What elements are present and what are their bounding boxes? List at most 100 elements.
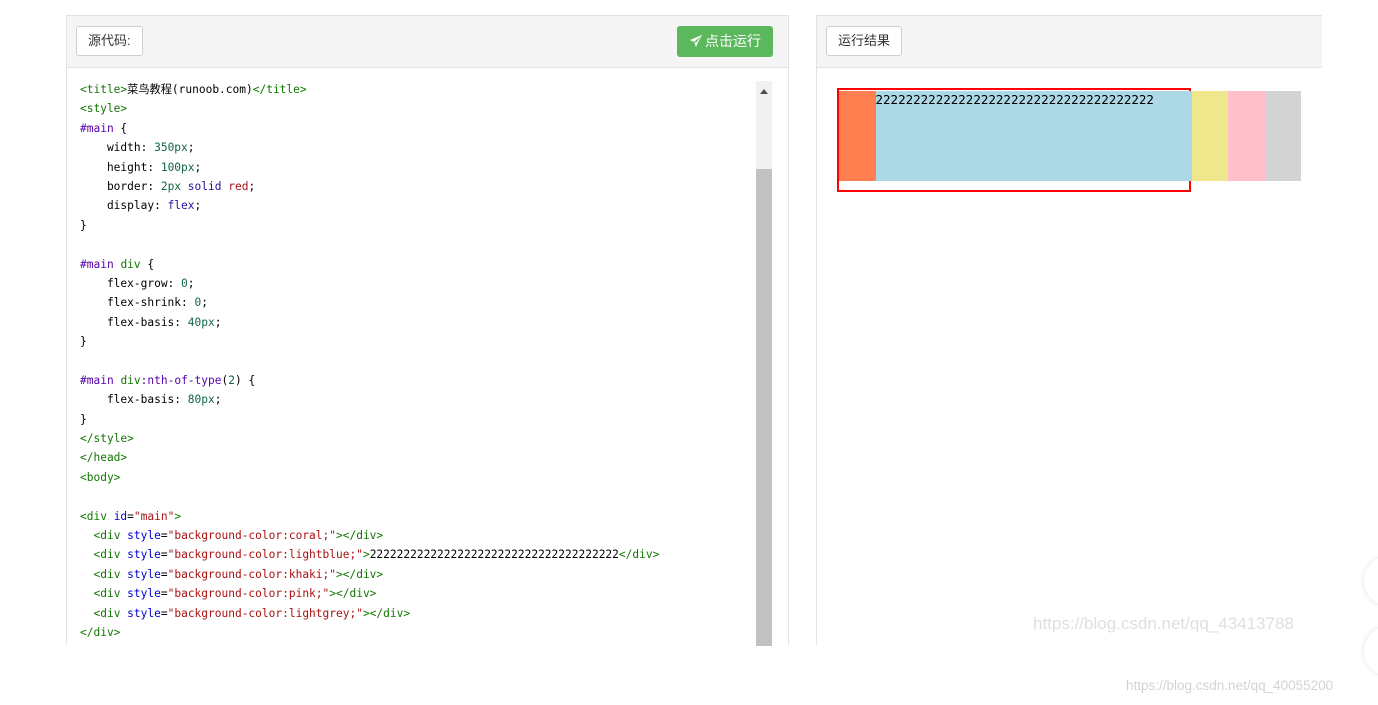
code-token: 0 bbox=[181, 276, 188, 290]
code-line[interactable]: #main div { bbox=[80, 255, 659, 274]
code-token: <style> bbox=[80, 102, 128, 116]
code-line[interactable]: } bbox=[80, 332, 659, 351]
code-line[interactable]: <div id="main"> bbox=[80, 507, 659, 526]
result-block-pink bbox=[1228, 91, 1265, 181]
code-token: = bbox=[127, 509, 134, 523]
code-token: <title> bbox=[80, 83, 128, 96]
code-line[interactable]: width: 350px; bbox=[80, 138, 659, 157]
code-token: ; bbox=[214, 393, 222, 407]
result-label: 运行结果 bbox=[826, 26, 903, 56]
code-token: <div bbox=[80, 509, 114, 523]
source-panel-header: 源代码: 点击运行 bbox=[67, 16, 788, 68]
code-line[interactable]: <div style="background-color:lightblue;"… bbox=[80, 545, 659, 564]
code-content[interactable]: <title>菜鸟教程(runoob.com)</title> <style> #m… bbox=[80, 80, 659, 642]
code-line[interactable]: <div style="background-color:coral;"></d… bbox=[80, 526, 659, 545]
code-token: div bbox=[120, 257, 141, 271]
floating-round-button[interactable] bbox=[1364, 626, 1378, 676]
code-token: <div bbox=[93, 606, 128, 620]
code-line[interactable]: <div style="background-color:lightgrey;"… bbox=[80, 604, 659, 623]
code-token: = bbox=[160, 567, 168, 581]
code-token: </div> bbox=[618, 548, 660, 562]
code-token: width: bbox=[80, 141, 155, 155]
code-token: ></div> bbox=[336, 567, 384, 581]
run-button-label: 点击运行 bbox=[705, 33, 761, 49]
code-token: red bbox=[228, 179, 249, 193]
code-scrollbar[interactable] bbox=[756, 81, 772, 646]
code-token: "main" bbox=[133, 509, 175, 523]
result-block-lightgrey bbox=[1264, 91, 1301, 181]
result-panel-header: 运行结果 bbox=[817, 16, 1322, 68]
code-line[interactable]: flex-shrink: 0; bbox=[80, 293, 659, 312]
code-line[interactable]: display: flex; bbox=[80, 196, 659, 215]
code-token: { bbox=[113, 121, 128, 135]
result-flex-container: 2222222222222222222222222222222222222 bbox=[837, 88, 1301, 192]
source-code-label: 源代码: bbox=[76, 26, 143, 56]
code-token: ; bbox=[201, 296, 209, 310]
code-line[interactable]: <div style="background-color:pink;"></di… bbox=[80, 584, 659, 603]
code-token: ; bbox=[187, 276, 195, 290]
code-token: "background-color:lightblue;" bbox=[167, 548, 363, 562]
result-block-khaki bbox=[1191, 91, 1228, 181]
code-line[interactable]: flex-grow: 0; bbox=[80, 274, 659, 293]
code-token: :nth-of-type bbox=[140, 373, 222, 387]
code-line[interactable]: flex-basis: 40px; bbox=[80, 313, 659, 332]
code-token: 2 bbox=[228, 373, 235, 387]
code-token: ; bbox=[194, 160, 202, 174]
code-line[interactable]: </style> bbox=[80, 429, 659, 448]
run-button[interactable]: 点击运行 bbox=[677, 26, 773, 57]
code-token: </div> bbox=[80, 625, 121, 639]
code-line[interactable] bbox=[80, 487, 659, 506]
code-token: div bbox=[120, 373, 141, 387]
code-token: style bbox=[127, 548, 161, 562]
code-line[interactable]: border: 2px solid red; bbox=[80, 177, 659, 196]
code-token: flex-grow: bbox=[80, 276, 182, 290]
code-token: <body> bbox=[80, 470, 121, 484]
code-token: "background-color:khaki;" bbox=[167, 567, 336, 581]
watermark-outer: https://blog.csdn.net/qq_40055200 bbox=[1126, 678, 1334, 693]
floating-round-button[interactable] bbox=[1364, 556, 1378, 606]
code-token: <div bbox=[93, 528, 128, 542]
watermark-inner: https://blog.csdn.net/qq_43413788 bbox=[1033, 614, 1294, 633]
code-line[interactable]: flex-basis: 80px; bbox=[80, 390, 659, 409]
code-token: ) { bbox=[234, 373, 256, 387]
code-line[interactable]: <title>菜鸟教程(runoob.com)</title> bbox=[80, 80, 659, 99]
code-editor[interactable]: <title>菜鸟教程(runoob.com)</title> <style> #m… bbox=[67, 68, 788, 645]
scroll-up-arrow-icon[interactable] bbox=[760, 89, 768, 94]
code-token: <div bbox=[93, 567, 128, 581]
code-token: ; bbox=[187, 141, 195, 155]
code-line[interactable]: </div> bbox=[80, 623, 659, 642]
code-line[interactable]: } bbox=[80, 410, 659, 429]
code-line[interactable] bbox=[80, 351, 659, 370]
scroll-thumb[interactable] bbox=[756, 169, 772, 646]
code-token: ></div> bbox=[336, 528, 384, 542]
code-token: style bbox=[127, 587, 161, 601]
code-token: </head> bbox=[80, 451, 128, 465]
code-line[interactable]: #main { bbox=[80, 119, 659, 138]
code-token: <div bbox=[93, 587, 128, 601]
code-line[interactable]: height: 100px; bbox=[80, 158, 659, 177]
code-token: height: bbox=[80, 160, 161, 174]
code-line[interactable]: <style> bbox=[80, 99, 659, 118]
code-line[interactable]: <body> bbox=[80, 468, 659, 487]
code-token: <div bbox=[93, 548, 128, 562]
code-token: 100px bbox=[160, 160, 195, 174]
code-line[interactable]: </head> bbox=[80, 448, 659, 467]
code-token: } bbox=[80, 412, 87, 426]
code-token: id bbox=[113, 509, 128, 523]
code-token: } bbox=[80, 218, 87, 232]
code-line[interactable]: } bbox=[80, 216, 659, 235]
code-line[interactable]: <div style="background-color:khaki;"></d… bbox=[80, 565, 659, 584]
code-token: flex bbox=[167, 199, 195, 213]
result-block-lightblue: 2222222222222222222222222222222222222 bbox=[875, 91, 1192, 181]
code-token: "background-color:lightgrey;" bbox=[167, 606, 363, 620]
code-line[interactable] bbox=[80, 235, 659, 254]
code-token: flex-shrink: bbox=[80, 296, 195, 310]
code-token: </style> bbox=[80, 432, 134, 446]
code-line[interactable]: #main div:nth-of-type(2) { bbox=[80, 371, 659, 390]
code-token: > bbox=[174, 509, 182, 523]
